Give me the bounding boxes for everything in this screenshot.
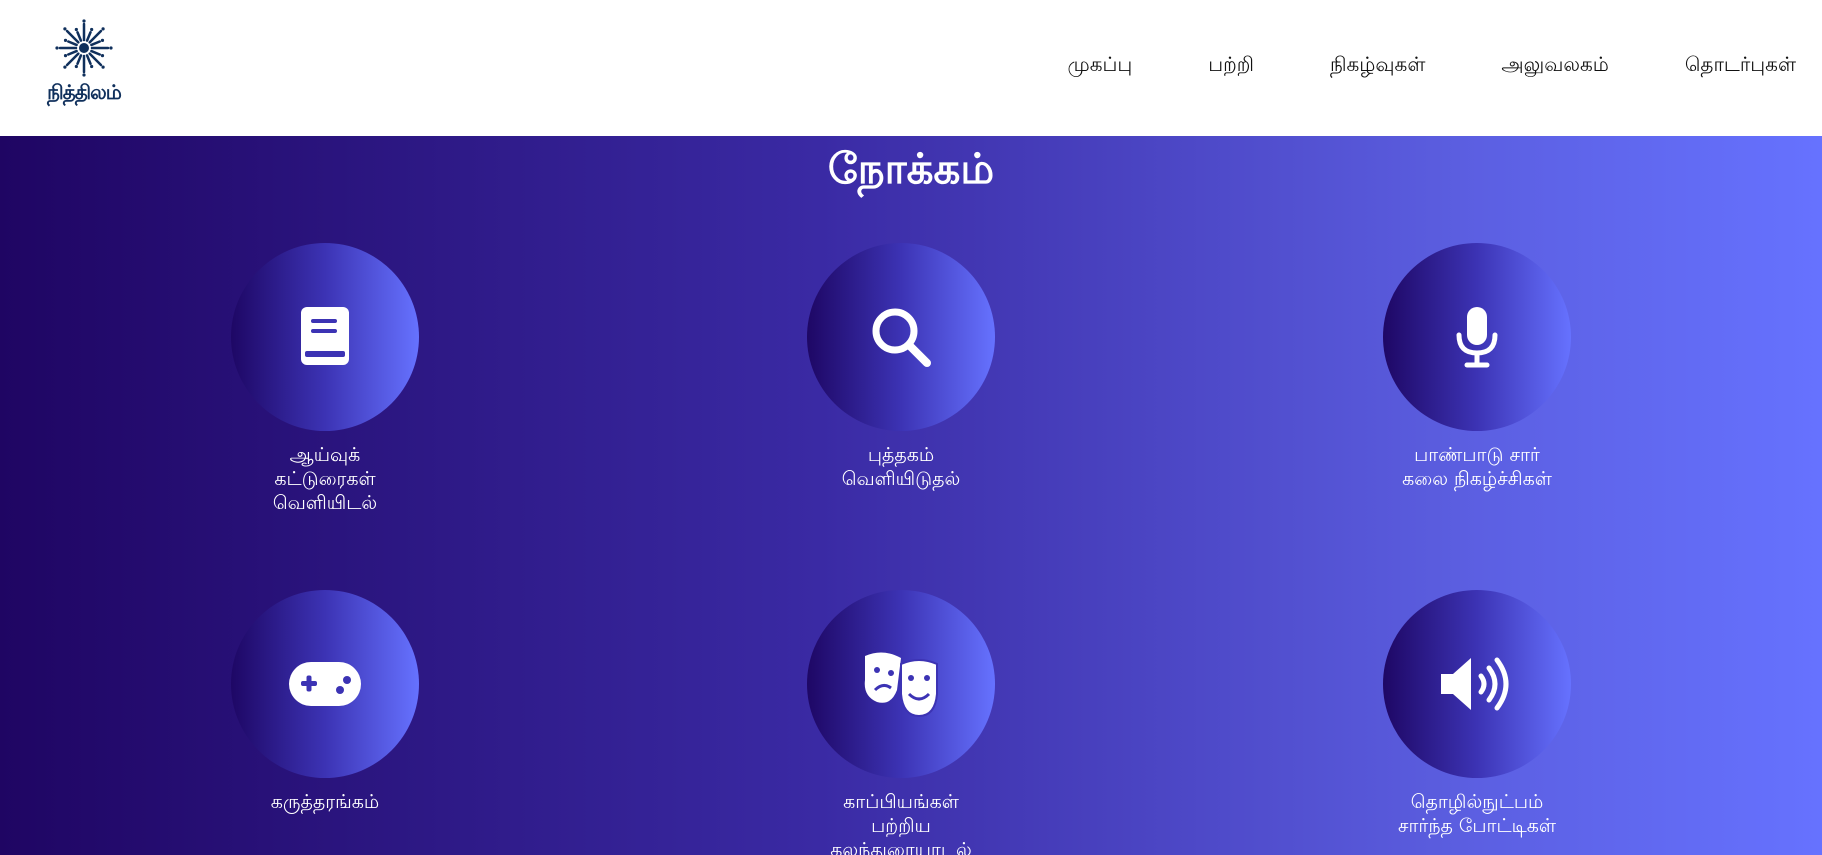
feature-circle — [231, 590, 419, 778]
main-nav: முகப்பு பற்றி நிகழ்வுகள் அலுவலகம் தொடர்ப… — [991, 52, 1796, 79]
feature-circle — [1383, 590, 1571, 778]
feature-label: புத்தகம் வெளியிடுதல் — [841, 444, 961, 490]
feature-epic-discussion[interactable]: காப்பியங்கள் பற்றிய கலந்துரையாடல் — [781, 590, 1021, 855]
sunburst-logo-icon — [55, 19, 113, 77]
theater-masks-icon — [864, 652, 938, 718]
feature-label: ஆய்வுக் கட்டுரைகள் வெளியிடல் — [272, 444, 378, 514]
nav-item-home[interactable]: முகப்பு — [1067, 52, 1132, 79]
feature-cultural-arts[interactable]: பாண்பாடு சார் கலை நிகழ்ச்சிகள் — [1357, 243, 1597, 491]
logo-text: நித்திலம் — [47, 80, 122, 104]
feature-label: தொழில்நுட்பம் சார்ந்த போட்டிகள் — [1397, 791, 1557, 837]
feature-book-publishing[interactable]: புத்தகம் வெளியிடுதல் — [781, 243, 1021, 491]
search-icon — [872, 308, 931, 367]
feature-label: பாண்பாடு சார் கலை நிகழ்ச்சிகள் — [1402, 444, 1552, 490]
nav-item-contact[interactable]: தொடர்புகள் — [1685, 52, 1796, 79]
speaker-volume-icon — [1441, 657, 1509, 711]
feature-circle — [231, 243, 419, 431]
feature-tech-competitions[interactable]: தொழில்நுட்பம் சார்ந்த போட்டிகள் — [1357, 590, 1597, 838]
feature-label: கருத்தரங்கம் — [270, 791, 380, 813]
site-header: நித்திலம் முகப்பு பற்றி நிகழ்வுகள் அலுவல… — [0, 0, 1822, 136]
section-title: நோக்கம் — [827, 144, 995, 193]
gamepad-icon — [289, 662, 361, 706]
nav-item-about[interactable]: பற்றி — [1208, 52, 1254, 79]
feature-circle — [807, 243, 995, 431]
nav-item-events[interactable]: நிகழ்வுகள் — [1330, 52, 1425, 79]
site-logo[interactable]: நித்திலம் — [36, 18, 132, 114]
microphone-icon — [1456, 307, 1498, 368]
feature-label: காப்பியங்கள் பற்றிய கலந்துரையாடல் — [830, 791, 972, 855]
feature-circle — [807, 590, 995, 778]
feature-research-articles[interactable]: ஆய்வுக் கட்டுரைகள் வெளியிடல் — [205, 243, 445, 515]
feature-seminar[interactable]: கருத்தரங்கம் — [205, 590, 445, 814]
objectives-section: நோக்கம் ஆய்வுக் கட்டுரைகள் வெளியிடல் புத… — [0, 136, 1822, 855]
nav-item-office[interactable]: அலுவலகம் — [1501, 52, 1608, 79]
book-icon — [301, 307, 349, 365]
feature-circle — [1383, 243, 1571, 431]
